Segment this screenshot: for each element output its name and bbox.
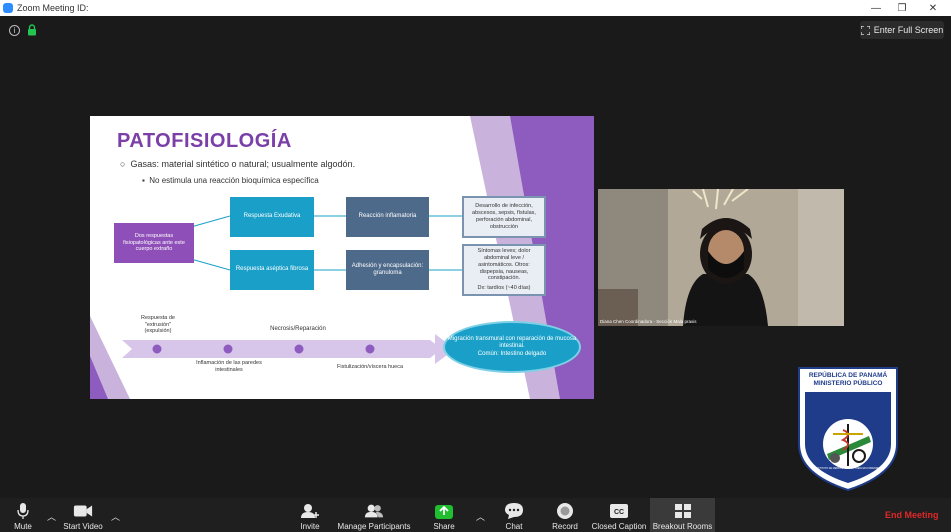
response-fibrous-box: Respuesta aséptica fibrosa (230, 250, 314, 290)
microphone-icon (13, 501, 33, 520)
manage-participants-button[interactable]: Manage Participants (335, 498, 413, 532)
enter-fullscreen-button[interactable]: Enter Full Screen (860, 21, 944, 39)
root-box: Dos respuestas fisiopatológicas ante est… (114, 223, 194, 263)
participant-video-frame (598, 189, 844, 326)
participant-name-label: Diana Chen Coordinadora - Sección Mala p… (600, 319, 697, 324)
fullscreen-label: Enter Full Screen (873, 25, 944, 35)
svg-text:CC: CC (614, 509, 624, 516)
granuloma-box: Adhesión y encapsulación: granuloma (346, 250, 429, 290)
meeting-info-icon[interactable]: i (9, 25, 20, 36)
record-button[interactable]: Record (549, 498, 581, 532)
fullscreen-icon (860, 25, 870, 35)
chat-button[interactable]: Chat (500, 498, 528, 532)
participants-icon (364, 501, 384, 520)
invite-label: Invite (300, 522, 320, 531)
video-camera-icon (73, 501, 93, 520)
logo-text: REPÚBLICA DE PANAMÁ MINISTERIO PÚBLICO (797, 372, 899, 388)
mute-label: Mute (14, 522, 32, 531)
chat-label: Chat (505, 522, 523, 531)
final-outcome-ellipse: Migración transmural con reparación de m… (443, 321, 581, 373)
logo-line-1: REPÚBLICA DE PANAMÁ (808, 372, 888, 379)
invite-button[interactable]: Invite (295, 498, 325, 532)
restore-button[interactable]: ❐ (887, 0, 917, 16)
chat-bubble-icon (504, 501, 524, 520)
encryption-lock-icon[interactable] (27, 24, 37, 36)
closed-caption-label: Closed Caption (591, 522, 647, 531)
inflammatory-reaction-box: Reacción inflamatoria (346, 197, 429, 237)
window-title: Zoom Meeting ID: (17, 3, 89, 13)
slide-bullet-2: ▪ No estimula una reacción bioquímica es… (142, 176, 319, 185)
start-video-button[interactable]: Start Video (60, 498, 106, 532)
closed-caption-icon: CC (609, 501, 629, 520)
outcome-symptoms-text: Síntomas leves; dolor abdominal leve / a… (477, 247, 531, 282)
logo-ring-text: INSTITUTO DE MEDICINA LEGAL Y CIENCIAS F… (815, 467, 881, 470)
logo-line-2: MINISTERIO PÚBLICO (813, 379, 883, 387)
final-outcome-common: Común: Intestino delgado (477, 350, 547, 357)
share-options-caret[interactable]: ︿ (476, 510, 485, 523)
share-screen-button[interactable]: Share (430, 498, 458, 532)
timeline-label-extrusion: Respuesta de "extrusión" (expulsión) (141, 314, 175, 335)
outcome-diagnosis-text: Dx: tardíos (~40 días) (477, 285, 531, 292)
video-options-caret[interactable]: ︿ (111, 510, 120, 523)
institute-logo: REPÚBLICA DE PANAMÁ MINISTERIO PÚBLICO I… (797, 366, 899, 492)
invite-person-icon (300, 501, 320, 520)
timeline-label-necrosis: Necrosis/Reparación (270, 326, 326, 333)
response-exudative-box: Respuesta Exudativa (230, 197, 314, 237)
manage-participants-label: Manage Participants (337, 522, 411, 531)
record-icon (555, 501, 575, 520)
breakout-rooms-button[interactable]: Breakout Rooms (650, 498, 715, 532)
start-video-label: Start Video (63, 522, 103, 531)
share-screen-icon (434, 501, 454, 520)
zoom-app-icon (3, 3, 13, 13)
end-meeting-button[interactable]: End Meeting (885, 510, 939, 520)
window-titlebar: Zoom Meeting ID: (0, 0, 951, 16)
breakout-rooms-icon (673, 501, 693, 520)
breakout-rooms-label: Breakout Rooms (652, 522, 713, 531)
close-button[interactable]: ✕ (918, 0, 948, 16)
shared-screen-slide: PATOFISIOLOGÍA ○ Gasas: material sintéti… (90, 116, 594, 399)
outcome-symptoms-box: Síntomas leves; dolor abdominal leve / a… (462, 244, 546, 296)
mute-button[interactable]: Mute (6, 498, 40, 532)
record-label: Record (552, 522, 578, 531)
timeline-label-fistulization: Fistulización/víscera hueca (336, 363, 404, 370)
timeline-label-inflammation: Inflamación de las paredes intestinales (196, 360, 262, 373)
final-outcome-text: Migración transmural con reparación de m… (447, 335, 577, 350)
outcome-infection-box: Desarrollo de infección, abscesos, sepsi… (462, 196, 546, 238)
audio-options-caret[interactable]: ︿ (47, 510, 56, 523)
slide-title: PATOFISIOLOGÍA (117, 130, 292, 152)
closed-caption-button[interactable]: CC Closed Caption (590, 498, 648, 532)
share-label: Share (433, 522, 455, 531)
participant-video[interactable]: Diana Chen Coordinadora - Sección Mala p… (598, 189, 844, 326)
slide-bullet-1: ○ Gasas: material sintético o natural; u… (120, 159, 356, 169)
